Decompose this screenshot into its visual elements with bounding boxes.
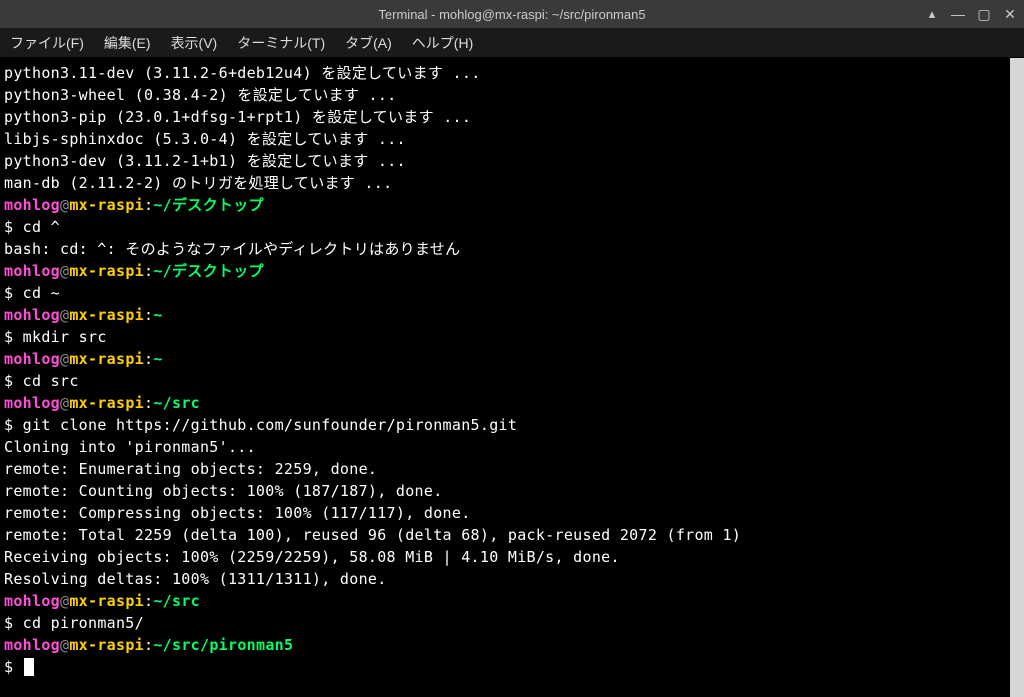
output-line: python3-dev (3.11.2-1+b1) を設定しています ... [4,152,406,170]
prompt-colon: : [144,636,153,654]
prompt-colon: : [144,350,153,368]
prompt-host: mx-raspi [69,262,144,280]
output-line: man-db (2.11.2-2) のトリガを処理しています ... [4,174,392,192]
maximize-icon[interactable]: ▢ [976,6,992,23]
rollup-icon[interactable]: ▴ [924,6,940,22]
prompt-path: ~/デスクトップ [153,196,263,214]
command: cd pironman5/ [23,614,144,632]
output-line: remote: Counting objects: 100% (187/187)… [4,482,443,500]
window-controls: ▴ — ▢ ✕ [924,0,1018,28]
menu-help[interactable]: ヘルプ(H) [410,30,475,56]
output-line: bash: cd: ^: そのようなファイルやディレクトリはありません [4,240,460,258]
command: cd ^ [23,218,60,236]
prompt-symbol: $ [4,218,23,236]
prompt-symbol: $ [4,328,23,346]
prompt-host: mx-raspi [69,196,144,214]
prompt-user: mohlog [4,350,60,368]
menu-file[interactable]: ファイル(F) [8,30,86,56]
prompt-path: ~/デスクトップ [153,262,263,280]
prompt-symbol: $ [4,284,23,302]
prompt-user: mohlog [4,636,60,654]
menu-terminal[interactable]: ターミナル(T) [235,30,327,56]
window-title: Terminal - mohlog@mx-raspi: ~/src/pironm… [378,7,645,22]
prompt-path: ~ [153,306,162,324]
output-line: remote: Enumerating objects: 2259, done. [4,460,377,478]
prompt-path: ~ [153,350,162,368]
prompt-host: mx-raspi [69,592,144,610]
prompt-at: @ [60,394,69,412]
prompt-at: @ [60,636,69,654]
prompt-path: ~/src/pironman5 [153,636,293,654]
output-line: remote: Total 2259 (delta 100), reused 9… [4,526,741,544]
output-line: remote: Compressing objects: 100% (117/1… [4,504,471,522]
prompt-colon: : [144,262,153,280]
prompt-at: @ [60,262,69,280]
prompt-colon: : [144,394,153,412]
output-line: Receiving objects: 100% (2259/2259), 58.… [4,548,620,566]
prompt-colon: : [144,306,153,324]
command: cd src [23,372,79,390]
prompt-symbol: $ [4,658,23,676]
prompt-user: mohlog [4,592,60,610]
prompt-path: ~/src [153,394,200,412]
cursor [24,658,34,676]
command: git clone https://github.com/sunfounder/… [23,416,518,434]
prompt-at: @ [60,196,69,214]
menu-edit[interactable]: 編集(E) [102,30,153,56]
prompt-colon: : [144,592,153,610]
output-line: Resolving deltas: 100% (1311/1311), done… [4,570,387,588]
prompt-user: mohlog [4,394,60,412]
prompt-user: mohlog [4,196,60,214]
prompt-at: @ [60,350,69,368]
prompt-colon: : [144,196,153,214]
minimize-icon[interactable]: — [950,6,966,22]
prompt-host: mx-raspi [69,350,144,368]
prompt-symbol: $ [4,614,23,632]
prompt-symbol: $ [4,416,23,434]
vertical-scrollbar[interactable] [1010,58,1024,697]
prompt-user: mohlog [4,306,60,324]
output-line: libjs-sphinxdoc (5.3.0-4) を設定しています ... [4,130,406,148]
prompt-user: mohlog [4,262,60,280]
prompt-host: mx-raspi [69,636,144,654]
output-line: Cloning into 'pironman5'... [4,438,256,456]
prompt-host: mx-raspi [69,394,144,412]
prompt-at: @ [60,306,69,324]
prompt-host: mx-raspi [69,306,144,324]
menu-tabs[interactable]: タブ(A) [343,30,394,56]
terminal-output[interactable]: python3.11-dev (3.11.2-6+deb12u4) を設定してい… [0,58,1024,697]
command: cd ~ [23,284,60,302]
menu-view[interactable]: 表示(V) [169,30,220,56]
command: mkdir src [23,328,107,346]
prompt-at: @ [60,592,69,610]
output-line: python3.11-dev (3.11.2-6+deb12u4) を設定してい… [4,64,481,82]
menu-bar: ファイル(F) 編集(E) 表示(V) ターミナル(T) タブ(A) ヘルプ(H… [0,28,1024,58]
prompt-symbol: $ [4,372,23,390]
window-titlebar: Terminal - mohlog@mx-raspi: ~/src/pironm… [0,0,1024,28]
prompt-path: ~/src [153,592,200,610]
output-line: python3-pip (23.0.1+dfsg-1+rpt1) を設定していま… [4,108,471,126]
output-line: python3-wheel (0.38.4-2) を設定しています ... [4,86,397,104]
close-icon[interactable]: ✕ [1002,6,1018,23]
